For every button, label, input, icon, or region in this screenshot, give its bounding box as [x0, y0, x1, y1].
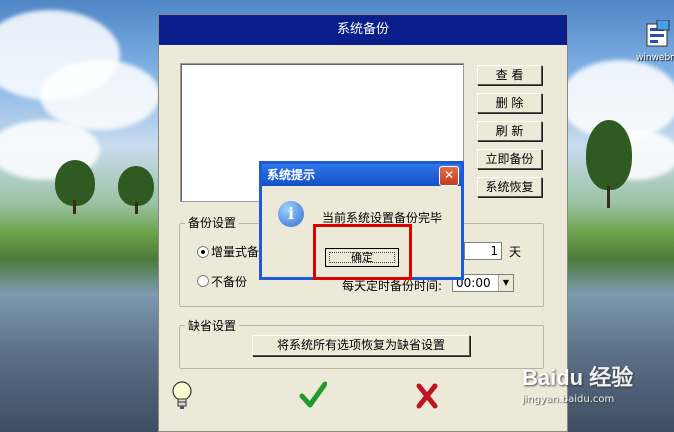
- refresh-button[interactable]: 刷 新: [477, 121, 542, 141]
- view-button[interactable]: 查 看: [477, 65, 542, 85]
- computer-icon: [643, 19, 671, 50]
- annotation-highlight-box: [313, 224, 412, 280]
- incremental-radio[interactable]: [197, 246, 209, 258]
- backup-now-button[interactable]: 立即备份: [477, 149, 542, 169]
- chevron-down-icon[interactable]: ▼: [498, 275, 513, 291]
- days-unit: 天: [509, 245, 522, 259]
- window-title: 系统备份: [159, 15, 567, 45]
- restore-system-button[interactable]: 系统恢复: [477, 177, 542, 197]
- no-backup-radio[interactable]: [197, 275, 209, 287]
- cancel-cross-icon[interactable]: [415, 383, 439, 409]
- dialog-title-bar: 系统提示 ✕: [262, 164, 461, 186]
- desktop-icon-label: winwebmai: [636, 53, 674, 63]
- restore-default-button[interactable]: 将系统所有选项恢复为缺省设置: [252, 335, 470, 356]
- days-input[interactable]: 1: [464, 242, 502, 260]
- baidu-logo: Baidu 经验: [522, 365, 634, 390]
- baidu-watermark: Baidu 经验 jingyan.baidu.com: [522, 360, 633, 405]
- baidu-url: jingyan.baidu.com: [522, 394, 615, 405]
- desktop-icon-winwebmail[interactable]: winwebmai: [636, 19, 674, 63]
- default-settings-title: 缺省设置: [185, 317, 240, 334]
- lightbulb-icon[interactable]: [171, 380, 193, 412]
- delete-button[interactable]: 删 除: [477, 93, 542, 113]
- incremental-label: 增量式备: [211, 245, 260, 259]
- confirm-check-icon[interactable]: [299, 381, 328, 409]
- close-icon[interactable]: ✕: [439, 166, 459, 186]
- no-backup-label: 不备份: [211, 275, 248, 289]
- backup-settings-title: 备份设置: [185, 214, 240, 231]
- dialog-title: 系统提示: [267, 168, 316, 182]
- info-icon: i: [278, 201, 304, 227]
